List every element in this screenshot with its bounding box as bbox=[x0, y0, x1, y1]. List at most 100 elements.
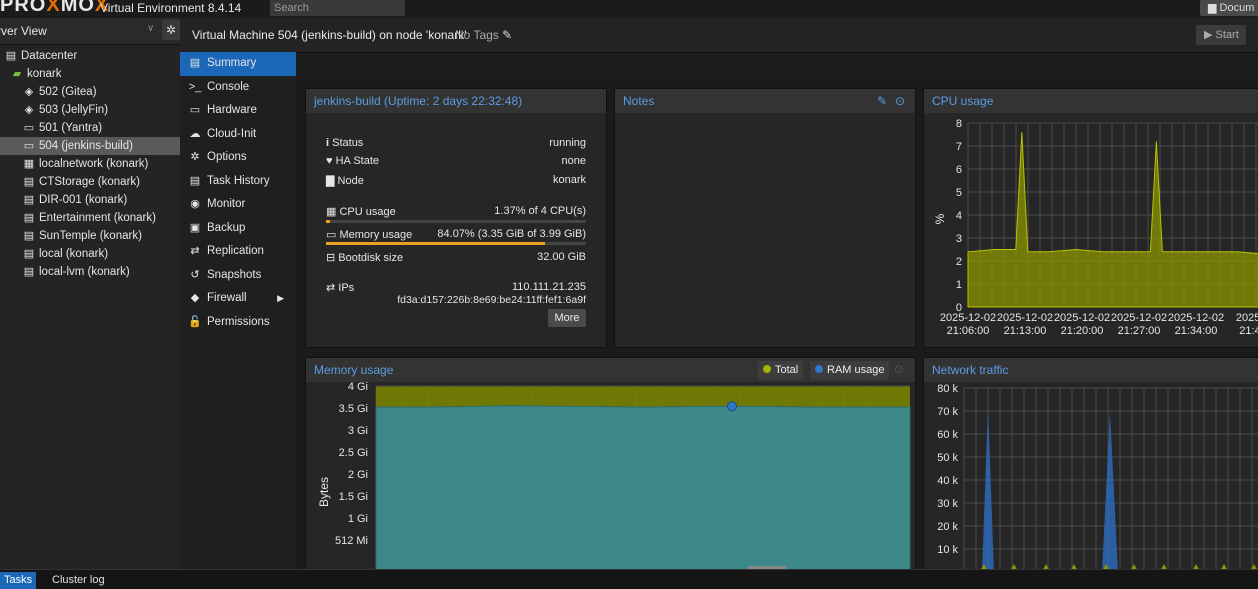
memory-progress-bar bbox=[326, 242, 586, 245]
chevron-circle-icon[interactable]: ⊙ bbox=[894, 362, 904, 376]
tab-tasks[interactable]: Tasks bbox=[0, 572, 37, 589]
x-tick-date: 2025-12-02 bbox=[940, 312, 996, 324]
tab-cluster-log[interactable]: Cluster log bbox=[48, 572, 109, 589]
top-bar: PROXMOX Virtual Environment 8.4.14 Searc… bbox=[0, 0, 1258, 18]
cpu-usage-panel: CPU usage 8 7 6 5 4 3 2 1 0% 2025-12-02 21:06:00 20… bbox=[923, 88, 1258, 348]
tree-item-suntemple-konark[interactable]: ▤ SunTemple (konark) bbox=[0, 227, 180, 245]
menu-item-label: Permissions bbox=[207, 315, 270, 328]
tree-item-502-gitea[interactable]: ◈ 502 (Gitea) bbox=[0, 83, 180, 101]
expand-arrow-icon[interactable]: ▶ bbox=[277, 287, 284, 311]
floppy-icon: ▣ bbox=[189, 221, 201, 234]
y-tick-label: 10 k bbox=[937, 544, 958, 556]
cpu-icon: ▦ bbox=[326, 206, 337, 218]
bootdisk-value: 32.00 GiB bbox=[537, 251, 586, 263]
tree-item-ctstorage-konark[interactable]: ▤ CTStorage (konark) bbox=[0, 173, 180, 191]
network-traffic-chart[interactable]: 80 k 70 k 60 k 50 k 40 k 30 k 20 k 10 k bbox=[924, 382, 1258, 572]
tree-item-503-jellyfin[interactable]: ◈ 503 (JellyFin) bbox=[0, 101, 180, 119]
resource-tree: ▤ Datacenter ▰ konark ◈ 502 (Gitea) ◈ 503 (Jell… bbox=[0, 45, 180, 281]
tree-item-entertainment-konark[interactable]: ▤ Entertainment (konark) bbox=[0, 209, 180, 227]
pencil-icon[interactable]: ✎ bbox=[502, 28, 512, 42]
memory-usage-panel: Memory usage Total RAM usage ⊙ 4 Gi 3.5 G… bbox=[305, 357, 916, 572]
search-input[interactable]: Search bbox=[270, 0, 405, 16]
gear-icon[interactable]: ✲ bbox=[162, 20, 180, 40]
edit-icon[interactable]: ✎ bbox=[877, 89, 887, 113]
menu-item-cloud-init[interactable]: ☁ Cloud-Init bbox=[180, 123, 296, 147]
tree-item-label: SunTemple (konark) bbox=[39, 230, 142, 242]
view-selector[interactable]: rver View ∨ ✲ bbox=[0, 18, 180, 45]
y-tick-label: 2 Gi bbox=[348, 469, 368, 481]
info-icon: i bbox=[326, 137, 330, 149]
tree-item-label: 504 (jenkins-build) bbox=[39, 140, 133, 152]
storage-icon: ▤ bbox=[23, 230, 35, 242]
y-tick-label: 6 bbox=[956, 164, 962, 176]
storage-icon: ▤ bbox=[23, 212, 35, 224]
menu-item-hardware[interactable]: ▭ Hardware bbox=[180, 99, 296, 123]
tree-item-label: local-lvm (konark) bbox=[39, 266, 130, 278]
bootdisk-label: ⊟ Bootdisk size bbox=[326, 252, 404, 264]
tree-item-konark[interactable]: ▰ konark bbox=[0, 65, 180, 83]
proxmox-logo[interactable]: PROXMOX bbox=[0, 0, 109, 17]
cpu-usage-chart[interactable]: 876543210%2025-12-0221:06:002025-12-0221… bbox=[924, 113, 1258, 348]
x-tick-time: 21:13:00 bbox=[1004, 325, 1047, 337]
y-tick-label: 512 Mi bbox=[335, 535, 368, 547]
tree-item-localnetwork-konark[interactable]: ▦ localnetwork (konark) bbox=[0, 155, 180, 173]
menu-item-label: Task History bbox=[207, 174, 270, 187]
storage-icon: ▤ bbox=[23, 248, 35, 260]
x-tick-date: 2025-12-02 bbox=[1111, 312, 1167, 324]
menu-item-label: Summary bbox=[207, 57, 257, 69]
x-tick-date: 2025-12-02 bbox=[997, 312, 1053, 324]
menu-item-console[interactable]: >_ Console bbox=[180, 76, 296, 100]
tree-item-local-lvm-konark[interactable]: ▤ local-lvm (konark) bbox=[0, 263, 180, 281]
menu-item-replication[interactable]: ⇄ Replication bbox=[180, 240, 296, 264]
menu-item-label: Replication bbox=[207, 245, 264, 257]
tree-item-label: 501 (Yantra) bbox=[39, 122, 103, 134]
y-tick-label: 2 bbox=[956, 256, 962, 268]
menu-item-summary[interactable]: ▤ Summary bbox=[180, 52, 296, 76]
legend-total[interactable]: Total bbox=[758, 361, 804, 379]
start-button[interactable]: ▶ Start bbox=[1196, 25, 1246, 45]
menu-item-label: Cloud-Init bbox=[207, 127, 257, 140]
y-tick-label: 20 k bbox=[937, 521, 958, 533]
menu-item-options[interactable]: ✲ Options bbox=[180, 146, 296, 170]
node-icon: ▰ bbox=[12, 68, 22, 80]
hover-point bbox=[727, 401, 737, 412]
x-tick-date: 2025-1 bbox=[1236, 312, 1258, 324]
tags-editor[interactable]: No Tags ✎ bbox=[455, 28, 512, 42]
terminal-icon: >_ bbox=[188, 80, 202, 93]
tree-item-504-jenkins-build[interactable]: ▭ 504 (jenkins-build) bbox=[0, 137, 180, 155]
more-ips-button[interactable]: More bbox=[548, 309, 586, 327]
tree-item-local-konark[interactable]: ▤ local (konark) bbox=[0, 245, 180, 263]
x-tick-time: 21:27:00 bbox=[1118, 325, 1161, 337]
notes-title: Notes ✎ ⊙ bbox=[615, 89, 915, 113]
cpu-usage-value: 1.37% of 4 CPU(s) bbox=[494, 205, 586, 217]
cpu-usage-label: ▦ CPU usage bbox=[326, 206, 396, 218]
heart-icon: ♥ bbox=[326, 155, 333, 167]
legend-ram-usage[interactable]: RAM usage bbox=[810, 361, 890, 379]
tree-item-label: konark bbox=[27, 68, 62, 80]
ips-label: ⇄ IPs bbox=[326, 282, 355, 294]
menu-item-firewall[interactable]: ◆ Firewall ▶ bbox=[180, 287, 296, 311]
tree-item-dir-001-konark[interactable]: ▤ DIR-001 (konark) bbox=[0, 191, 180, 209]
tree-item-datacenter[interactable]: ▤ Datacenter bbox=[0, 47, 180, 65]
menu-item-monitor[interactable]: ◉ Monitor bbox=[180, 193, 296, 217]
menu-item-snapshots[interactable]: ↺ Snapshots bbox=[180, 264, 296, 288]
chevron-down-icon[interactable]: ∨ bbox=[147, 23, 154, 34]
eye-icon: ◉ bbox=[190, 198, 200, 210]
documentation-button[interactable]: ▆ Docum bbox=[1200, 0, 1258, 16]
menu-item-backup[interactable]: ▣ Backup bbox=[180, 217, 296, 241]
history-icon: ↺ bbox=[190, 268, 200, 281]
network-spike bbox=[982, 406, 994, 571]
tree-item-501-yantra[interactable]: ▭ 501 (Yantra) bbox=[0, 119, 180, 137]
memory-usage-chart[interactable]: 4 Gi 3.5 Gi 3 Gi 2.5 Gi 2 Gi 1.5 Gi 1 Gi 512 Mi… bbox=[306, 382, 916, 572]
y-tick-label: 30 k bbox=[937, 498, 958, 510]
tree-item-label: 502 (Gitea) bbox=[39, 86, 97, 98]
chevron-circle-icon[interactable]: ⊙ bbox=[895, 89, 905, 113]
storage-icon: ▤ bbox=[23, 194, 35, 206]
menu-item-task-history[interactable]: ▤ Task History bbox=[180, 170, 296, 194]
list-icon: ▤ bbox=[189, 174, 201, 187]
tree-item-label: Entertainment (konark) bbox=[39, 212, 156, 224]
ipv4-value: 110.111.21.235 bbox=[511, 281, 586, 293]
y-tick-label: 70 k bbox=[937, 406, 958, 418]
menu-item-permissions[interactable]: 🔓 Permissions bbox=[180, 311, 296, 335]
x-tick-time: 21:41 bbox=[1239, 325, 1258, 337]
